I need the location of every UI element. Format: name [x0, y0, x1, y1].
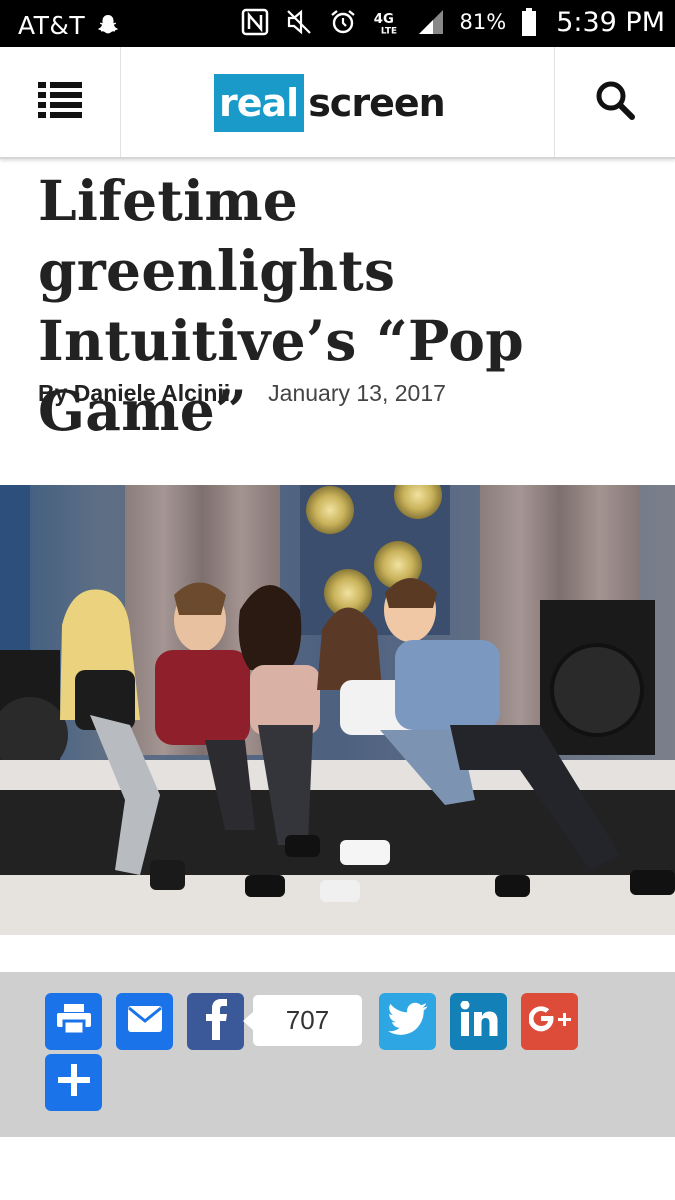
print-share-button[interactable] [45, 993, 102, 1050]
svg-text:4G: 4G [373, 12, 393, 27]
share-count: 707 [243, 995, 362, 1046]
logo-screen: screen [308, 81, 445, 125]
envelope-icon [127, 1005, 163, 1038]
menu-button[interactable] [0, 47, 121, 157]
logo-real: real [214, 74, 305, 132]
publish-date: January 13, 2017 [268, 380, 446, 406]
site-logo[interactable]: real screen [214, 74, 446, 132]
mute-icon [284, 6, 314, 38]
search-icon [594, 79, 636, 126]
linkedin-share-button[interactable] [450, 993, 507, 1050]
article-photo [0, 485, 675, 935]
lte-icon: 4G LTE [372, 6, 402, 38]
search-button[interactable] [554, 47, 675, 157]
byline: By Daniele Alcinii January 13, 2017 [38, 380, 446, 407]
clock: 5:39 PM [556, 6, 665, 38]
snapchat-icon [93, 9, 123, 41]
linkedin-icon [460, 1000, 498, 1042]
twitter-icon [387, 1002, 428, 1041]
nfc-icon [240, 6, 270, 38]
author-link[interactable]: By Daniele Alcinii [38, 380, 230, 407]
status-right: 4G LTE 81% 5:39 PM [240, 6, 665, 38]
carrier-label: AT&T [18, 10, 86, 40]
site-header: real screen [0, 47, 675, 159]
google-plus-icon [528, 1006, 571, 1037]
battery-percent: 81% [459, 10, 507, 34]
alarm-icon [328, 6, 358, 38]
status-left: AT&T [18, 9, 123, 41]
google-plus-share-button[interactable] [521, 993, 578, 1050]
facebook-share-button[interactable] [187, 993, 244, 1050]
battery-icon [520, 6, 538, 38]
facebook-icon [204, 998, 228, 1045]
list-menu-icon [38, 81, 82, 123]
signal-icon [416, 6, 446, 38]
email-share-button[interactable] [116, 993, 173, 1050]
more-share-button[interactable] [45, 1054, 102, 1111]
printer-icon [56, 1003, 92, 1040]
svg-text:LTE: LTE [380, 26, 396, 36]
plus-icon [57, 1063, 91, 1102]
twitter-share-button[interactable] [379, 993, 436, 1050]
status-bar: AT&T 4G LTE 81% 5:39 PM [0, 0, 675, 47]
